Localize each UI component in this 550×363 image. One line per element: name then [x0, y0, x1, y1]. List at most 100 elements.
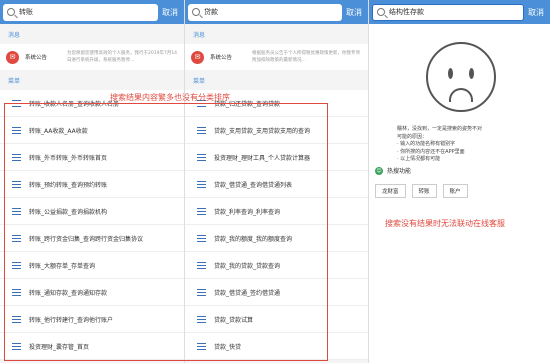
list-item-label: 转账_外币转账_外币转账首页 [29, 154, 108, 162]
list-icon [197, 288, 206, 297]
search-bar: 取消 [185, 0, 368, 24]
list-icon [12, 126, 21, 135]
notice-title: 系统公告 [210, 55, 233, 61]
hot-chip[interactable]: 转账 [411, 184, 437, 198]
list-item[interactable]: 转账_他行转建行_查询他行账户 [0, 306, 184, 333]
list-icon [197, 153, 206, 162]
notice-text: 根据股务员公告于个人所得税优惠政策更新，你我专项附加扣除政策的最新情况… [252, 51, 360, 63]
list-item[interactable]: 贷款_快贷 [185, 333, 368, 360]
section-message-header: 消息 [0, 24, 184, 44]
list-item-label: 贷款_我的贷款_贷款查询 [214, 262, 281, 270]
list-icon [12, 180, 21, 189]
section-message-header: 消息 [185, 24, 368, 44]
list-item[interactable]: 投资理财_理财工具_个人贷款计算器 [185, 144, 368, 171]
list-icon [197, 261, 206, 270]
hot-chip[interactable]: 龙财富 [375, 184, 406, 198]
list-item-label: 转账_跨行资金归集_查询跨行资金归集协议 [29, 235, 144, 243]
search-icon [377, 8, 385, 16]
list-icon [197, 126, 206, 135]
list-icon [12, 342, 21, 351]
screen-transfer-results: 取消 消息 ✉ 系统公告 为您保留您使用高效的个人服务，我行于2019年7月14… [0, 0, 184, 363]
search-input[interactable] [204, 8, 338, 16]
search-box[interactable] [188, 3, 342, 21]
list-item[interactable]: 转账_大额存单_存单查询 [0, 252, 184, 279]
list-icon [12, 288, 21, 297]
menu-result-list: 贷款_归还贷款_查询贷款 贷款_支用贷款_支用贷款支用的查询 投资理财_理财工具… [185, 90, 368, 360]
search-box[interactable] [372, 3, 524, 21]
screen-loan-results: 取消 消息 ✉ 系统公告 根据股务员公告于个人所得税优惠政策更新，你我专项附加扣… [184, 0, 368, 363]
list-item-label: 转账_他行转建行_查询他行账户 [29, 316, 114, 324]
list-item[interactable]: 贷款_借贷通_签约借贷通 [185, 279, 368, 306]
list-icon [12, 315, 21, 324]
list-item-label: 贷款_贷款试算 [214, 316, 254, 324]
list-item[interactable]: 贷款_借贷通_查询借贷通列表 [185, 171, 368, 198]
list-item[interactable]: 转账_AA收款_AA收款 [0, 117, 184, 144]
list-item-label: 转账_通知存款_查询通知存款 [29, 289, 108, 297]
search-input[interactable] [19, 8, 154, 16]
list-item[interactable]: 转账_公益捐款_查询捐款机构 [0, 198, 184, 225]
system-notice[interactable]: ✉ 系统公告 为您保留您使用高效的个人服务，我行于2019年7月14日进行系统升… [0, 44, 184, 70]
notice-text: 为您保留您使用高效的个人服务，我行于2019年7月14日进行系统升级，系统服务暂… [67, 51, 178, 63]
list-item[interactable]: 贷款_我的额度_我的额度查询 [185, 225, 368, 252]
list-item-label: 转账_收款人名册_查询收款人名册 [29, 100, 120, 108]
list-item-label: 转账_公益捐款_查询捐款机构 [29, 208, 108, 216]
list-item-label: 投资理财_理财工具_个人贷款计算器 [214, 154, 311, 162]
search-icon [192, 8, 200, 16]
list-item[interactable]: 投资理财_囊存管_首页 [0, 333, 184, 360]
list-icon [197, 234, 206, 243]
hot-chip[interactable]: 账户 [442, 184, 468, 198]
list-item[interactable]: 转账_预约转账_查询预约转账 [0, 171, 184, 198]
list-item-label: 贷款_支用贷款_支用贷款支用的查询 [214, 127, 311, 135]
list-item[interactable]: 转账_外币转账_外币转账首页 [0, 144, 184, 171]
search-icon [7, 8, 15, 16]
annotation-left: 搜索结果内容繁多也没有分类排序 [110, 93, 230, 102]
list-item[interactable]: 贷款_我的贷款_贷款查询 [185, 252, 368, 279]
empty-message: 糯林，没找到，一定是搜索的姿势不对 可能的原因： · 输入的功能名称有错别字 ·… [397, 126, 537, 164]
hot-search-chips: 龙财富 转账 账户 [375, 184, 468, 198]
list-item-label: 贷款_借贷通_查询借贷通列表 [214, 181, 293, 189]
list-item-label: 贷款_借贷通_签约借贷通 [214, 289, 281, 297]
cancel-button[interactable]: 取消 [346, 7, 365, 18]
list-item[interactable]: 转账_通知存款_查询通知存款 [0, 279, 184, 306]
empty-line: · 输入的功能名称有错别字 [397, 141, 456, 147]
search-input[interactable] [389, 8, 519, 16]
search-bar: 取消 [0, 0, 184, 24]
cancel-button[interactable]: 取消 [162, 7, 181, 18]
list-icon [197, 315, 206, 324]
system-notice[interactable]: ✉ 系统公告 根据股务员公告于个人所得税优惠政策更新，你我专项附加扣除政策的最新… [185, 44, 368, 70]
list-icon [12, 153, 21, 162]
megaphone-icon: ✉ [6, 50, 19, 64]
search-bar: 取消 [369, 0, 550, 24]
hot-search-icon: ☺ [375, 166, 383, 175]
mouth [449, 88, 473, 102]
section-menu-header: 菜单 [185, 70, 368, 90]
list-item-label: 转账_大额存单_存单查询 [29, 262, 96, 270]
empty-line: · 你所搜的内容还不在APP里面 [397, 148, 465, 155]
list-icon [197, 180, 206, 189]
eye [469, 68, 474, 79]
notice-title: 系统公告 [25, 55, 48, 61]
list-item[interactable]: 贷款_利率查询_利率查询 [185, 198, 368, 225]
empty-line: · 以上情况都有可能 [397, 156, 441, 162]
list-item[interactable]: 贷款_贷款试算 [185, 306, 368, 333]
list-item-label: 转账_AA收款_AA收款 [29, 127, 88, 135]
megaphone-icon: ✉ [191, 50, 204, 64]
empty-line: 可能的原因： [397, 133, 428, 140]
list-icon [12, 234, 21, 243]
list-item-label: 贷款_利率查询_利率查询 [214, 208, 281, 216]
menu-result-list: 转账_收款人名册_查询收款人名册 转账_AA收款_AA收款 转账_外币转账_外币… [0, 90, 184, 360]
list-item[interactable]: 贷款_支用贷款_支用贷款支用的查询 [185, 117, 368, 144]
list-item-label: 贷款_我的额度_我的额度查询 [214, 235, 293, 243]
list-icon [197, 207, 206, 216]
list-icon [12, 261, 21, 270]
list-item-label: 转账_预约转账_查询预约转账 [29, 181, 108, 189]
annotation-right: 搜索没有结果时无法联动在线客服 [385, 219, 505, 228]
list-item-label: 贷款_快贷 [214, 343, 242, 351]
list-item[interactable]: 转账_跨行资金归集_查询跨行资金归集协议 [0, 225, 184, 252]
screen-empty-results: 取消 糯林，没找到，一定是搜索的姿势不对 可能的原因： · 输入的功能名称有错别… [368, 0, 550, 363]
search-box[interactable] [3, 3, 158, 21]
hot-search-header: ☺ 热搜功能 [375, 166, 411, 175]
sad-face-icon [426, 42, 496, 112]
hot-search-label: 热搜功能 [387, 168, 412, 175]
cancel-button[interactable]: 取消 [528, 7, 547, 18]
